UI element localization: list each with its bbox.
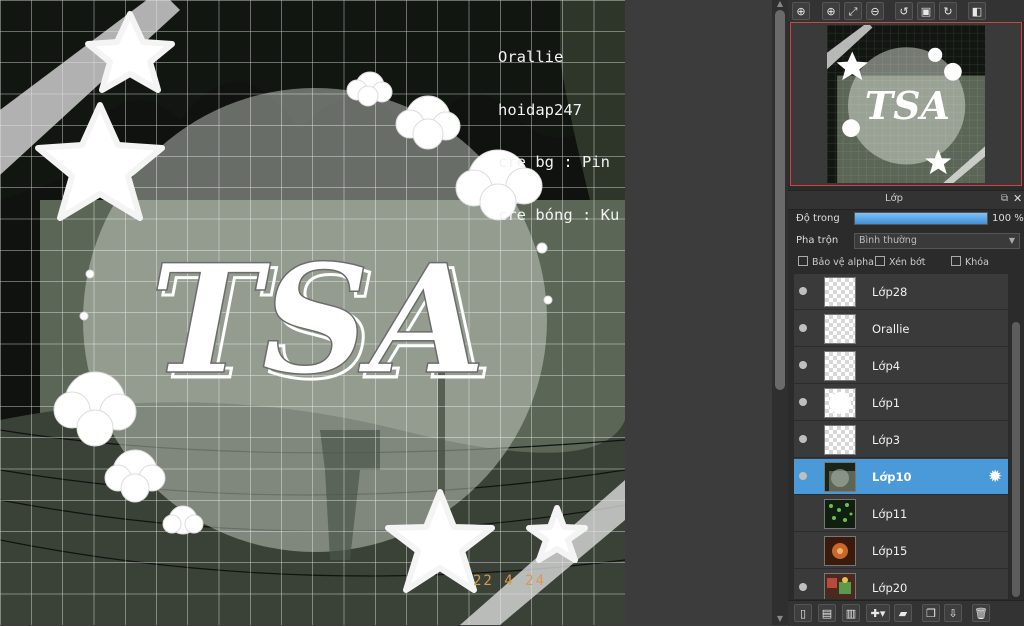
fit-window-icon[interactable]: ⤢ [844, 2, 862, 20]
visibility-eye-icon[interactable] [799, 472, 807, 480]
layer-thumbnail [824, 425, 856, 455]
layer-name: Lớp15 [872, 544, 908, 558]
layer-row[interactable]: Lớp3 [794, 422, 1008, 458]
credit-text: Orallie hoidap247 cre bg : Pin cre bóng … [498, 14, 619, 259]
layer-thumbnail [824, 351, 856, 381]
clipping-checkbox[interactable]: Xén bớt [875, 256, 926, 268]
zoom-out-icon[interactable]: ⊖ [866, 2, 884, 20]
scroll-down-arrow-icon[interactable]: ▼ [775, 615, 785, 623]
layer-name: Orallie [872, 322, 910, 336]
layer-row[interactable]: Orallie [794, 311, 1008, 347]
layer-name: Lớp1 [872, 396, 901, 410]
visibility-eye-icon[interactable] [799, 509, 807, 517]
layer-row[interactable]: Lớp1 [794, 385, 1008, 421]
new-8bit-layer-icon[interactable]: ▥ [842, 604, 860, 622]
layer-list: Lớp28 Orallie Lớp4 Lớp1 Lớp3 Lớp10 ✹ Lớp… [794, 274, 1008, 599]
credit-line-3: cre bg : Pin [498, 153, 610, 171]
gear-icon[interactable]: ✹ [988, 467, 1002, 487]
date-stamp: 22 4 24 [473, 573, 547, 589]
rotate-right-icon[interactable]: ↻ [939, 2, 957, 20]
protect-alpha-label: Bảo vệ alpha [812, 257, 874, 268]
visibility-eye-icon[interactable] [799, 435, 807, 443]
blend-mode-value: Bình thường [859, 235, 917, 246]
visibility-eye-icon[interactable] [799, 398, 807, 406]
navigator-toolbar: ⊕ ⊕ ⤢ ⊖ ↺ ▣ ↻ ◧ [788, 0, 1024, 23]
new-layer-icon[interactable]: ▯ [794, 604, 812, 622]
layer-row[interactable]: Lớp15 [794, 533, 1008, 569]
fit-canvas-icon[interactable]: ▣ [917, 2, 935, 20]
close-icon[interactable]: ✕ [1013, 192, 1022, 205]
lock-checkbox[interactable]: Khóa [951, 256, 989, 268]
credit-line-1: Orallie [498, 48, 564, 66]
opacity-slider[interactable] [854, 212, 988, 225]
delete-layer-icon[interactable]: 🗑 [972, 604, 990, 622]
rotate-left-icon[interactable]: ↺ [895, 2, 913, 20]
layer-list-scroll-thumb[interactable] [1012, 322, 1020, 597]
layer-name: Lớp11 [872, 507, 908, 521]
title-lettering: TSA TSA [149, 231, 494, 414]
layer-thumbnail [824, 573, 856, 599]
layer-name: Lớp4 [872, 359, 901, 373]
layer-thumbnail [824, 314, 856, 344]
layer-thumbnail [824, 462, 856, 492]
layer-name: Lớp20 [872, 581, 908, 595]
clipping-label: Xén bớt [889, 257, 926, 268]
layer-row[interactable]: Lớp20 [794, 570, 1008, 599]
layer-row-selected[interactable]: Lớp10 ✹ [794, 459, 1008, 495]
right-panel: ⊕ ⊕ ⤢ ⊖ ↺ ▣ ↻ ◧ TSA Lớp ⧉ ✕ Độ trong 100… [788, 0, 1024, 626]
duplicate-layer-icon[interactable]: ❐ [922, 604, 940, 622]
drawing-canvas[interactable]: TSA TSA Orallie hoidap247 cre bg : Pin c… [0, 0, 625, 625]
layer-panel-header: Lớp ⧉ ✕ [788, 190, 1024, 210]
layer-thumbnail [824, 536, 856, 566]
layer-thumbnail [824, 277, 856, 307]
protect-alpha-checkbox[interactable]: Bảo vệ alpha [798, 256, 874, 268]
layer-panel-title: Lớp [884, 193, 904, 204]
canvas-thumbnail: TSA [827, 25, 985, 183]
visibility-eye-icon[interactable] [799, 361, 807, 369]
zoom-actual-icon[interactable]: ⊕ [792, 2, 810, 20]
scroll-up-arrow-icon[interactable]: ▲ [775, 0, 785, 8]
layer-row[interactable]: Lớp4 [794, 348, 1008, 384]
new-folder-icon[interactable]: ▰ [894, 604, 912, 622]
checkbox-box [875, 256, 885, 266]
svg-text:TSA: TSA [150, 232, 486, 408]
navigator-preview[interactable]: TSA [790, 22, 1022, 186]
visibility-eye-icon[interactable] [799, 583, 807, 591]
visibility-eye-icon[interactable] [799, 287, 807, 295]
popout-icon[interactable]: ⧉ [1001, 193, 1008, 204]
svg-text:TSA: TSA [865, 83, 950, 128]
workspace-background [625, 0, 772, 625]
merge-down-icon[interactable]: ⇩ [944, 604, 962, 622]
blend-label: Pha trộn [796, 235, 839, 246]
lock-label: Khóa [965, 257, 989, 268]
opacity-slider-fill [855, 213, 987, 224]
credit-line-4: cre bóng : Ku [498, 205, 620, 224]
add-layer-menu-icon[interactable]: ✚▾ [866, 604, 890, 622]
layer-row[interactable]: Lớp11 [794, 496, 1008, 532]
new-halftone-layer-icon[interactable]: ▤ [818, 604, 836, 622]
credit-line-2: hoidap247 [498, 100, 582, 119]
opacity-label: Độ trong [796, 213, 840, 224]
visibility-eye-icon[interactable] [799, 546, 807, 554]
layer-thumbnail [824, 499, 856, 529]
layer-name: Lớp10 [872, 470, 912, 484]
layer-toolbar: ▯ ▤ ▥ ✚▾ ▰ ❐ ⇩ 🗑 [788, 600, 1024, 626]
checkbox-box [798, 256, 808, 266]
layer-list-scrollbar[interactable] [1010, 274, 1022, 599]
blend-mode-select[interactable]: Bình thường ▼ [854, 233, 1020, 249]
canvas-vertical-scrollbar[interactable]: ▲ ▼ [772, 0, 788, 625]
zoom-in-icon[interactable]: ⊕ [822, 2, 840, 20]
flip-horizontal-icon[interactable]: ◧ [968, 2, 986, 20]
checkbox-box [951, 256, 961, 266]
chevron-down-icon: ▼ [1008, 236, 1015, 245]
layer-row[interactable]: Lớp28 [794, 274, 1008, 310]
layer-thumbnail [824, 388, 856, 418]
opacity-value: 100 % [992, 213, 1024, 224]
layer-name: Lớp3 [872, 433, 901, 447]
canvas-scroll-thumb[interactable] [775, 10, 785, 390]
layer-name: Lớp28 [872, 285, 908, 299]
visibility-eye-icon[interactable] [799, 324, 807, 332]
